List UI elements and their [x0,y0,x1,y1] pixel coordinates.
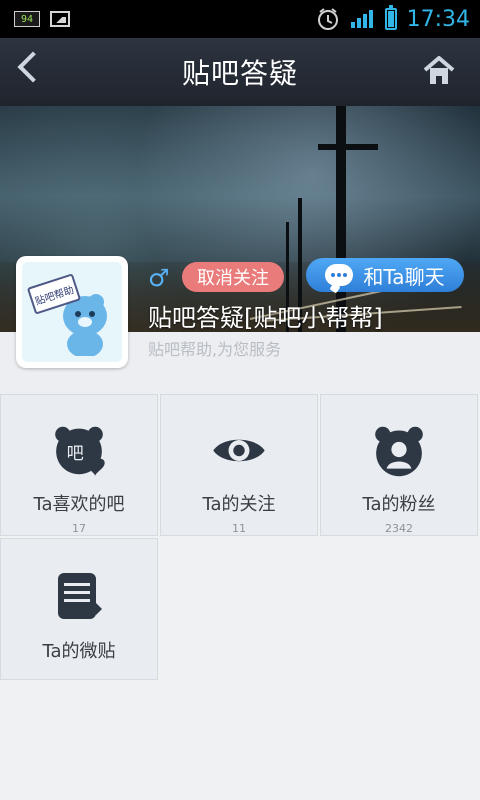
profile-description: 贴吧帮助,为您服务 [148,340,282,359]
image-notification-icon [50,11,70,27]
bar-heart-icon: 吧 [55,426,105,477]
tile-label: Ta的粉丝 [362,494,436,515]
svg-text:吧: 吧 [67,444,84,464]
top-bar: 贴吧答疑 [0,38,480,107]
tile-label: Ta的关注 [202,494,276,515]
page-title: 贴吧答疑 [181,57,298,90]
tile-count: 2342 [385,522,413,535]
tile-micro-posts[interactable]: Ta的微贴 [0,538,158,680]
chat-button-label: 和Ta聊天 [363,264,445,289]
back-button[interactable] [17,51,49,83]
tile-label: Ta喜欢的吧 [33,494,125,515]
notification-badge: 94 [14,11,40,27]
avatar[interactable]: 贴吧帮助 [16,256,128,368]
tile-following[interactable]: Ta的关注 11 [160,394,318,536]
unfollow-button[interactable]: 取消关注 [182,262,284,292]
chat-icon [325,264,354,286]
signal-icon [350,8,375,30]
tile-fans[interactable]: Ta的粉丝 2342 [320,394,478,536]
profile-name: 贴吧答疑[贴吧小帮帮] [148,304,383,332]
fans-icon [375,426,423,477]
tile-count: 17 [72,522,86,535]
time: 17:34 [406,6,470,32]
battery-icon [384,5,397,30]
home-icon[interactable] [422,54,456,88]
status-bar: 94 17:34 [0,0,480,38]
tile-count: 11 [232,522,246,535]
tile-label: Ta的微贴 [42,641,116,662]
gender-icon: ♂ [148,264,170,292]
chat-button[interactable]: 和Ta聊天 [306,258,464,292]
alarm-icon [317,8,338,30]
micro-post-icon [58,573,102,619]
eye-icon [213,439,265,462]
tile-liked-bars[interactable]: 吧 Ta喜欢的吧 17 [0,394,158,536]
profile-action-grid: 吧 Ta喜欢的吧 17 Ta的关注 11 Ta的粉丝 2342 Ta的微贴 [0,394,480,694]
